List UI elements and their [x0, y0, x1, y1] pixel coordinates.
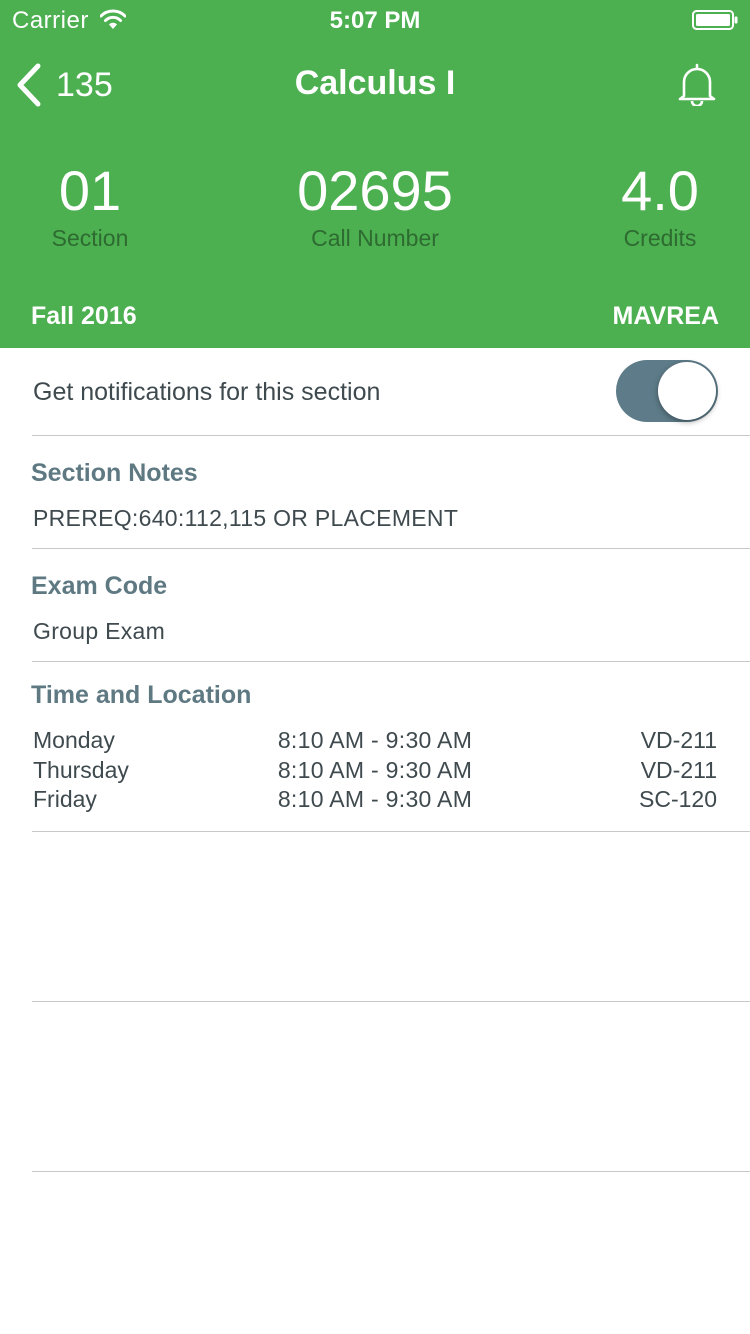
course-header: Carrier 5:07 PM 135 Calculus I 01 Sectio… [0, 0, 750, 348]
divider [32, 435, 750, 436]
notifications-label: Get notifications for this section [33, 378, 381, 406]
page-title: Calculus I [294, 64, 456, 102]
term-label: Fall 2016 [31, 302, 137, 330]
section-number: 01 [58, 159, 122, 222]
toggle-knob [658, 362, 716, 420]
schedule-room: VD-211 [640, 727, 717, 753]
section-notes-title: Section Notes [31, 459, 198, 487]
schedule-time: 8:10 AM - 9:30 AM [277, 786, 473, 812]
schedule-row: Friday 8:10 AM - 9:30 AM SC-120 [0, 786, 750, 816]
divider [32, 1171, 750, 1172]
status-time: 5:07 PM [329, 7, 421, 34]
battery-icon [692, 10, 738, 30]
credits-label: Credits [623, 225, 697, 251]
divider [32, 1001, 750, 1002]
divider [32, 548, 750, 549]
exam-code-text: Group Exam [33, 618, 166, 644]
credits-value: 4.0 [621, 159, 699, 222]
section-label: Section [51, 225, 129, 251]
notifications-toggle[interactable] [616, 360, 718, 422]
instructor-name: MAVREA [612, 302, 719, 330]
section-stat: 01 Section [20, 160, 160, 252]
credits-stat: 4.0 Credits [580, 160, 740, 252]
notifications-row: Get notifications for this section [0, 348, 750, 436]
schedule-time: 8:10 AM - 9:30 AM [277, 757, 473, 783]
call-number-stat: 02695 Call Number [255, 160, 495, 252]
section-notes-text: PREREQ:640:112,115 OR PLACEMENT [33, 505, 459, 531]
divider [32, 661, 750, 662]
schedule-room: VD-211 [640, 757, 717, 783]
call-number-label: Call Number [311, 225, 439, 251]
schedule-row: Monday 8:10 AM - 9:30 AM VD-211 [0, 727, 750, 757]
divider [32, 831, 750, 832]
bell-icon[interactable] [677, 62, 717, 106]
exam-code-title: Exam Code [31, 572, 168, 600]
time-location-title: Time and Location [31, 681, 252, 709]
schedule-room: SC-120 [639, 786, 717, 812]
schedule-row: Thursday 8:10 AM - 9:30 AM VD-211 [0, 757, 750, 787]
schedule-time: 8:10 AM - 9:30 AM [277, 727, 473, 753]
status-bar: Carrier 5:07 PM [0, 0, 750, 40]
call-number-value: 02695 [297, 159, 453, 222]
